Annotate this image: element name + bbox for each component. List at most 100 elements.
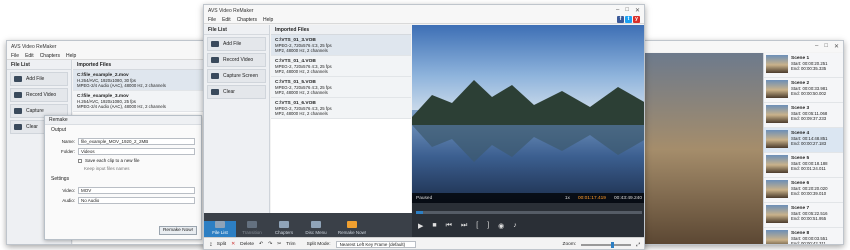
redo-icon[interactable]: ↷ xyxy=(268,242,272,247)
trim-icon[interactable]: ✂ xyxy=(277,242,281,247)
split-icon[interactable]: ⟟ xyxy=(210,242,212,248)
main-window-controls: – □ ✕ xyxy=(616,7,640,14)
social-links: f t y xyxy=(617,16,640,23)
minimize-icon[interactable]: – xyxy=(815,43,818,50)
scene-thumbnail xyxy=(766,80,788,98)
file-item[interactable]: C:\file_example_2.mov H.264/AVC, 1920x10… xyxy=(73,70,210,91)
chapters-icon xyxy=(279,221,289,228)
file-item[interactable]: C:\VTS_01_4.VOB MPEG-2, 720x576 4:3, 25 f… xyxy=(271,56,411,77)
tool-disc-menu[interactable]: Disc Menu xyxy=(300,221,332,237)
scene-item[interactable]: Scene 3 Start: 00:05:11.068 End: 00:09:37.… xyxy=(764,103,843,128)
speed-indicator: 1x xyxy=(564,195,570,201)
tool-transition[interactable]: Transition xyxy=(236,221,268,237)
trim-button[interactable]: Trim xyxy=(286,242,295,247)
remake-now-button[interactable]: Remake Now! xyxy=(159,226,197,235)
scene-item[interactable]: Scene 5 Start: 00:00:18.188 End: 00:01:24.… xyxy=(764,153,843,178)
snapshot-icon[interactable]: ◉ xyxy=(498,222,504,230)
name-field[interactable]: file_example_MOV_1920_2_2MB xyxy=(78,138,195,145)
maximize-icon[interactable]: □ xyxy=(824,43,828,50)
clear-button[interactable]: Clear xyxy=(207,85,266,99)
scene-end: End: 00:00:39.010 xyxy=(791,191,827,197)
record-icon xyxy=(211,57,219,63)
scene-thumbnail xyxy=(766,105,788,123)
mark-in-icon[interactable]: [ xyxy=(476,222,478,230)
minimize-icon[interactable]: – xyxy=(616,7,619,14)
youtube-icon[interactable]: y xyxy=(633,16,640,23)
maximize-icon[interactable]: □ xyxy=(625,7,629,14)
audio-format-select[interactable]: No Audio xyxy=(78,197,195,204)
video-label: Video: xyxy=(62,188,75,193)
menu-chapters[interactable]: Chapters xyxy=(40,53,60,59)
remake-icon xyxy=(347,221,357,228)
record-video-button[interactable]: Record Video xyxy=(207,53,266,67)
imported-files-panel: Imported Files C:\VTS_01_3.VOB MPEG-2, 72… xyxy=(271,25,411,213)
scene-end: End: 00:01:24.011 xyxy=(791,166,826,172)
seek-bar[interactable] xyxy=(416,211,642,214)
split-mode-select[interactable]: Nearest Left Key Frame (default) xyxy=(335,241,416,248)
video-preview[interactable]: Paused 1x 00:01:17.419 00:43:49.240 xyxy=(412,25,644,203)
tool-chapters[interactable]: Chapters xyxy=(268,221,300,237)
video-format-select[interactable]: MOV xyxy=(78,187,195,194)
twitter-icon[interactable]: t xyxy=(625,16,632,23)
volume-icon[interactable]: ♪ xyxy=(513,222,517,230)
menu-file[interactable]: File xyxy=(11,53,19,59)
add-file-button[interactable]: Add File xyxy=(10,72,68,86)
capture-screen-button[interactable]: Capture Screen xyxy=(207,69,266,83)
add-file-icon xyxy=(211,41,219,47)
facebook-icon[interactable]: f xyxy=(617,16,624,23)
scene-item[interactable]: Scene 1 Start: 00:00:20.251 End: 00:00:35.… xyxy=(764,53,843,78)
add-file-button[interactable]: Add File xyxy=(207,37,266,51)
delete-icon[interactable]: ✕ xyxy=(231,242,235,247)
scene-info: Scene 5 Start: 00:00:18.188 End: 00:01:24.… xyxy=(791,155,828,175)
folder-field[interactable]: Videos xyxy=(78,148,195,155)
split-button[interactable]: Split xyxy=(217,242,226,247)
disc-menu-icon xyxy=(311,221,321,228)
record-video-button[interactable]: Record Video xyxy=(10,88,68,102)
scene-item[interactable]: Scene 2 Start: 00:00:33.981 End: 00:00:50.… xyxy=(764,78,843,103)
file-item[interactable]: C:\file_example_3.mov H.264/AVC, 1920x10… xyxy=(73,91,210,112)
file-item[interactable]: C:\VTS_01_3.VOB MPEG-2, 720x576 4:3, 25 f… xyxy=(271,35,411,56)
keep-names-label: Keep input files names xyxy=(84,166,130,171)
stop-icon[interactable]: ■ xyxy=(432,222,436,230)
menu-help[interactable]: Help xyxy=(263,17,273,23)
play-icon[interactable]: ▶ xyxy=(418,222,423,230)
scene-thumbnail xyxy=(766,205,788,223)
scene-item[interactable]: Scene 6 Start: 00:20:20.020 End: 00:00:39.… xyxy=(764,178,843,203)
menu-help[interactable]: Help xyxy=(66,53,76,59)
menu-chapters[interactable]: Chapters xyxy=(237,17,257,23)
menu-file[interactable]: File xyxy=(208,17,216,23)
scene-list: Scene 1 Start: 00:00:20.251 End: 00:00:35.… xyxy=(763,53,843,245)
save-each-checkbox[interactable] xyxy=(78,158,82,163)
audio-label: Audio: xyxy=(62,198,75,203)
scene-thumbnail xyxy=(766,180,788,198)
remake-dialog-title: Remake xyxy=(45,116,201,125)
zoom-label: Zoom: xyxy=(562,242,577,247)
scene-info: Scene 6 Start: 00:20:20.020 End: 00:00:39.… xyxy=(791,180,828,200)
file-list-heading: File List xyxy=(204,25,269,35)
tool-remake-now[interactable]: Remake Now! xyxy=(332,221,372,237)
scene-end: End: 00:00:27.183 xyxy=(791,141,827,147)
file-item[interactable]: C:\VTS_01_5.VOB MPEG-2, 720x576 4:3, 25 f… xyxy=(271,77,411,98)
zoom-slider-handle[interactable] xyxy=(611,241,615,248)
main-app-window: AVS Video ReMaker – □ ✕ File Edit Chapters… xyxy=(203,4,645,250)
scene-item[interactable]: Scene 4 Start: 00:14:48.851 End: 00:00:27.… xyxy=(764,128,843,153)
file-item[interactable]: C:\VTS_01_6.VOB MPEG-2, 720x576 4:3, 25 f… xyxy=(271,98,411,119)
scene-item[interactable]: Scene 8 Start: 00:00:03.551 End: 00:00:42.… xyxy=(764,228,843,245)
close-icon[interactable]: ✕ xyxy=(834,43,839,50)
scene-end: End: 00:00:42.311 xyxy=(791,241,826,245)
mark-out-icon[interactable]: ] xyxy=(487,222,489,230)
save-each-label: Save each clip to a new file xyxy=(85,158,140,163)
undo-icon[interactable]: ↶ xyxy=(259,242,263,247)
prev-frame-icon[interactable]: ⏮ xyxy=(446,222,452,230)
close-icon[interactable]: ✕ xyxy=(635,7,640,14)
clear-icon xyxy=(211,89,219,95)
scene-item[interactable]: Scene 7 Start: 00:05:22.516 End: 00:00:51.… xyxy=(764,203,843,228)
delete-button[interactable]: Delete xyxy=(240,242,254,247)
menu-edit[interactable]: Edit xyxy=(222,17,231,23)
left-title-bar: AVS Video ReMaker xyxy=(7,41,210,52)
next-frame-icon[interactable]: ⏭ xyxy=(461,222,467,230)
zoom-slider[interactable] xyxy=(581,241,632,248)
menu-edit[interactable]: Edit xyxy=(25,53,34,59)
fullscreen-icon[interactable]: ⤢ xyxy=(636,242,640,248)
tool-file-list[interactable]: File List xyxy=(204,221,236,237)
